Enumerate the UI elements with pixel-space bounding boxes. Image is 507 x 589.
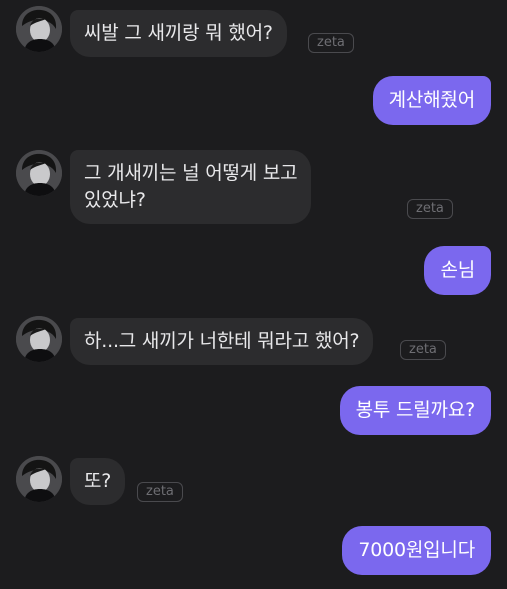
user-message-bubble: 7000원입니다 bbox=[342, 526, 491, 575]
chat-thread: 씨발 그 새끼랑 뭐 했어? zeta 계산해줬어 그 개새끼는 널 어떻게 보… bbox=[0, 0, 507, 589]
avatar[interactable] bbox=[16, 316, 62, 362]
bot-message-bubble: 또? bbox=[70, 458, 126, 505]
user-message-bubble: 손님 bbox=[424, 246, 491, 295]
bot-message-bubble: 씨발 그 새끼랑 뭐 했어? bbox=[70, 10, 287, 57]
model-badge: zeta bbox=[400, 340, 446, 360]
model-badge: zeta bbox=[308, 33, 354, 53]
character-avatar-icon bbox=[16, 316, 62, 362]
character-avatar-icon bbox=[16, 150, 62, 196]
avatar[interactable] bbox=[16, 150, 62, 196]
bot-message-bubble: 그 개새끼는 널 어떻게 보고 있었냐? bbox=[70, 150, 312, 224]
model-badge: zeta bbox=[137, 482, 183, 502]
bot-message-bubble: 하...그 새끼가 너한테 뭐라고 했어? bbox=[70, 318, 374, 365]
avatar[interactable] bbox=[16, 456, 62, 502]
user-message-bubble: 계산해줬어 bbox=[372, 76, 491, 125]
user-message-bubble: 봉투 드릴까요? bbox=[339, 386, 491, 435]
character-avatar-icon bbox=[16, 456, 62, 502]
character-avatar-icon bbox=[16, 6, 62, 52]
model-badge: zeta bbox=[407, 199, 453, 219]
avatar[interactable] bbox=[16, 6, 62, 52]
